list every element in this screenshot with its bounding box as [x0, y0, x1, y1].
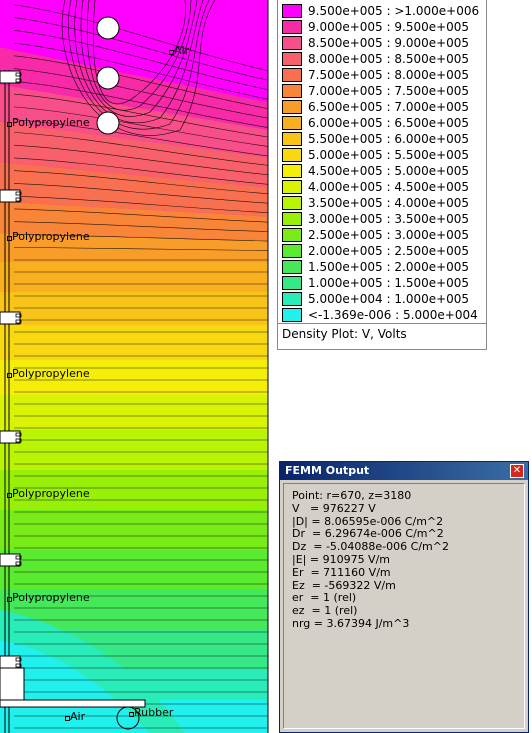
legend-label: 9.000e+005 : 9.500e+005 — [308, 20, 470, 34]
legend-entry: 5.000e+004 : 1.000e+005 — [282, 291, 469, 307]
conductor-circle — [96, 66, 120, 90]
legend-swatch — [282, 116, 302, 130]
legend-entry: 8.500e+005 : 9.000e+005 — [282, 35, 469, 51]
base-block — [0, 667, 25, 701]
close-button[interactable]: ✕ — [510, 464, 524, 478]
legend-label: 8.500e+005 : 9.000e+005 — [308, 36, 470, 50]
region-label-rubber: Rubber — [128, 706, 174, 719]
legend-entry: 2.500e+005 : 3.000e+005 — [282, 227, 469, 243]
output-line-energy: nrg = 3.67394 J/m^3 — [292, 616, 410, 630]
legend-label: 6.500e+005 : 7.000e+005 — [308, 100, 470, 114]
femm-output-window[interactable]: FEMM Output ✕ Point: r=670, z=3180 V = 9… — [279, 461, 529, 733]
legend-entry: 7.500e+005 : 8.000e+005 — [282, 67, 469, 83]
legend-entry: 6.500e+005 : 7.000e+005 — [282, 99, 469, 115]
legend-label: 1.000e+005 : 1.500e+005 — [308, 276, 470, 290]
legend-entry: 5.500e+005 : 6.000e+005 — [282, 131, 469, 147]
legend-label: 6.000e+005 : 6.500e+005 — [308, 116, 470, 130]
legend-swatch — [282, 276, 302, 290]
close-icon: ✕ — [512, 465, 522, 476]
legend-title: Density Plot: V, Volts — [282, 327, 407, 341]
legend-label: <-1.369e-006 : 5.000e+004 — [308, 308, 478, 322]
output-line-potential: V = 976227 V — [292, 501, 376, 515]
legend-label: 4.500e+005 : 5.000e+005 — [308, 164, 470, 178]
legend-swatch — [282, 260, 302, 274]
legend-entry: 4.000e+005 : 4.500e+005 — [282, 179, 469, 195]
output-line-e-magnitude: |E| = 910975 V/m — [292, 552, 391, 566]
region-label-polypropylene-2: Polypropylene — [7, 230, 90, 243]
legend-swatch — [282, 180, 302, 194]
legend-label: 5.000e+005 : 5.500e+005 — [308, 148, 470, 162]
contour-band — [0, 262, 268, 292]
legend-label: 5.000e+004 : 1.000e+005 — [308, 292, 470, 306]
legend-label: 1.500e+005 : 2.000e+005 — [308, 260, 470, 274]
legend-label: 2.500e+005 : 3.000e+005 — [308, 228, 470, 242]
contour-band — [0, 510, 268, 550]
output-window-body: Point: r=670, z=3180 V = 976227 V |D| = … — [283, 483, 525, 729]
legend-divider — [278, 323, 486, 324]
density-legend: 9.500e+005 : >1.000e+006 9.000e+005 : 9.5… — [277, 0, 487, 350]
legend-entry: 7.000e+005 : 7.500e+005 — [282, 83, 469, 99]
legend-entry: 1.000e+005 : 1.500e+005 — [282, 275, 469, 291]
legend-label: 4.000e+005 : 4.500e+005 — [308, 180, 470, 194]
legend-entry: 6.000e+005 : 6.500e+005 — [282, 115, 469, 131]
density-plot[interactable]: Air Polypropylene Polypropylene Polyprop… — [0, 0, 275, 733]
legend-label: 9.500e+005 : >1.000e+006 — [308, 4, 480, 18]
region-label-air-top: Air — [168, 44, 190, 57]
legend-label: 3.000e+005 : 3.500e+005 — [308, 212, 470, 226]
output-window-titlebar[interactable]: FEMM Output ✕ — [280, 462, 528, 480]
legend-entry: 4.500e+005 : 5.000e+005 — [282, 163, 469, 179]
legend-swatch — [282, 132, 302, 146]
legend-swatch — [282, 36, 302, 50]
contour-band — [0, 395, 268, 430]
contour-band — [0, 325, 268, 360]
legend-entry: 9.500e+005 : >1.000e+006 — [282, 3, 479, 19]
legend-swatch — [282, 164, 302, 178]
legend-swatch — [282, 20, 302, 34]
legend-entry: 3.500e+005 : 4.000e+005 — [282, 195, 469, 211]
legend-swatch — [282, 4, 302, 18]
legend-swatch — [282, 308, 302, 322]
region-label-air-bottom: Air — [64, 710, 86, 723]
legend-entry: 8.000e+005 : 8.500e+005 — [282, 51, 469, 67]
legend-entry: 1.500e+005 : 2.000e+005 — [282, 259, 469, 275]
legend-entry: 9.000e+005 : 9.500e+005 — [282, 19, 469, 35]
conductor-circle — [96, 111, 120, 135]
legend-swatch — [282, 68, 302, 82]
region-label-polypropylene-4: Polypropylene — [7, 487, 90, 500]
legend-swatch — [282, 52, 302, 66]
conductor-circle — [96, 16, 120, 40]
legend-swatch — [282, 84, 302, 98]
output-window-title: FEMM Output — [285, 464, 370, 477]
legend-swatch — [282, 196, 302, 210]
legend-entry: <-1.369e-006 : 5.000e+004 — [282, 307, 478, 323]
legend-swatch — [282, 244, 302, 258]
base-plate — [0, 699, 146, 708]
legend-label: 7.500e+005 : 8.000e+005 — [308, 68, 470, 82]
legend-label: 2.000e+005 : 2.500e+005 — [308, 244, 470, 258]
legend-label: 5.500e+005 : 6.000e+005 — [308, 132, 470, 146]
legend-entry: 2.000e+005 : 2.500e+005 — [282, 243, 469, 259]
legend-swatch — [282, 228, 302, 242]
legend-label: 3.500e+005 : 4.000e+005 — [308, 196, 470, 210]
region-label-polypropylene-5: Polypropylene — [7, 591, 90, 604]
legend-label: 7.000e+005 : 7.500e+005 — [308, 84, 470, 98]
legend-swatch — [282, 100, 302, 114]
region-label-polypropylene-1: Polypropylene — [7, 116, 90, 129]
legend-swatch — [282, 292, 302, 306]
legend-swatch — [282, 148, 302, 162]
legend-swatch — [282, 212, 302, 226]
output-line-point: Point: r=670, z=3180 — [292, 489, 412, 502]
region-label-polypropylene-3: Polypropylene — [7, 367, 90, 380]
legend-entry: 3.000e+005 : 3.500e+005 — [282, 211, 469, 227]
legend-label: 8.000e+005 : 8.500e+005 — [308, 52, 470, 66]
legend-entry: 5.000e+005 : 5.500e+005 — [282, 147, 469, 163]
output-line-er: Er = 711160 V/m — [292, 565, 391, 579]
